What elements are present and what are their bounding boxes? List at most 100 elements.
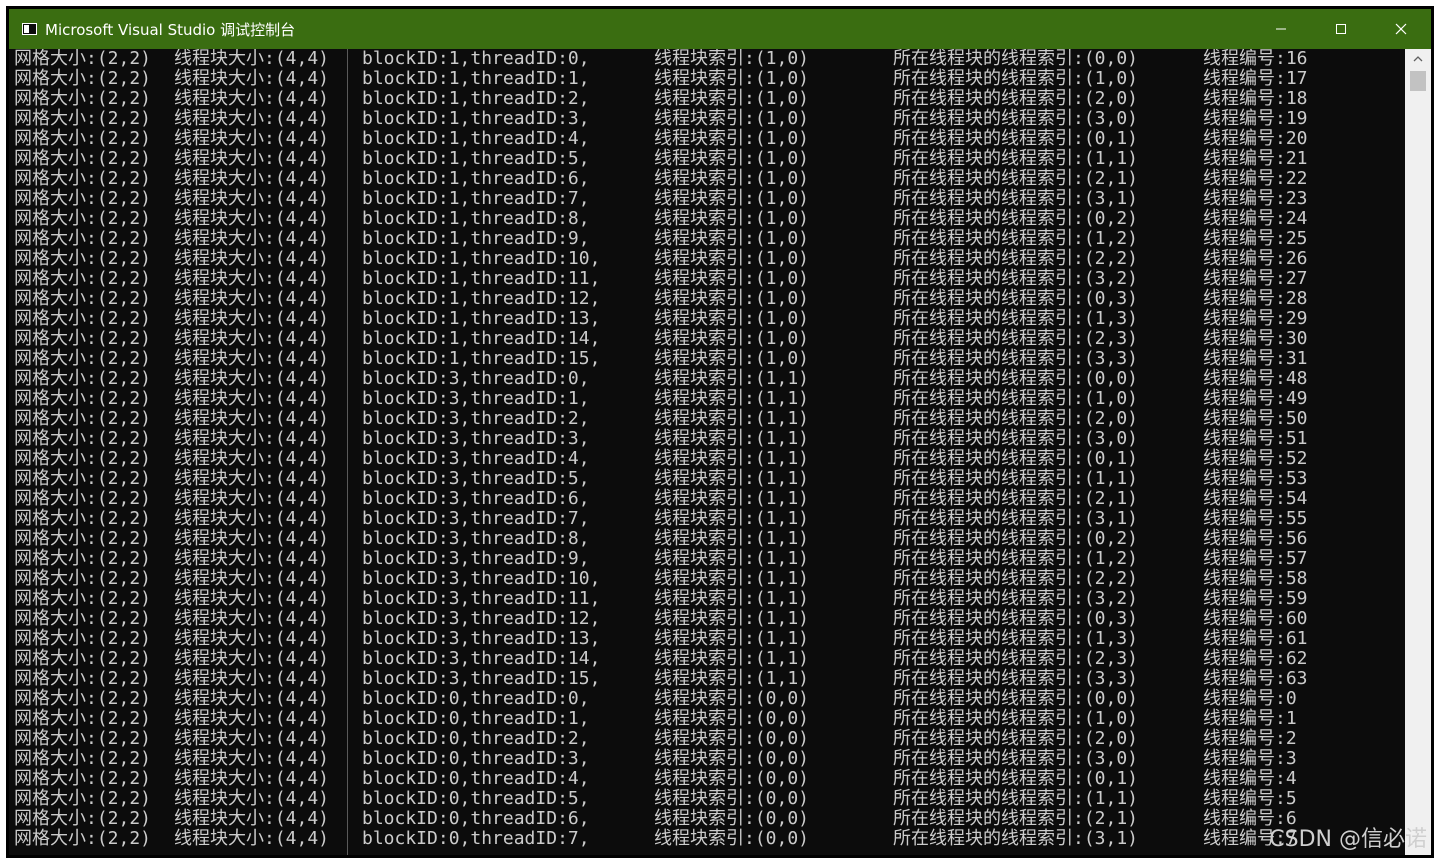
block-index: 线程块索引:(1,0) — [654, 88, 810, 109]
block-index: 线程块索引:(1,0) — [654, 68, 810, 89]
block-size: 线程块大小:(4,4) — [174, 588, 330, 609]
thread-index-in-block: 所在线程块的线程索引:(0,1) — [893, 768, 1139, 789]
thread-index-in-block: 所在线程块的线程索引:(3,0) — [893, 108, 1139, 129]
thread-index-in-block: 所在线程块的线程索引:(3,0) — [893, 428, 1139, 449]
thread-number: 线程编号:54 — [1203, 488, 1308, 509]
thread-number: 线程编号:29 — [1203, 308, 1308, 329]
maximize-button[interactable] — [1311, 9, 1371, 49]
block-size: 线程块大小:(4,4) — [174, 548, 330, 569]
block-thread-id: blockID:1,threadID:15, — [362, 348, 601, 369]
console-line: 网格大小:(2,2) 线程块大小:(4,4) blockID:3,threadID:… — [9, 489, 1405, 509]
block-size: 线程块大小:(4,4) — [174, 748, 330, 769]
block-index: 线程块索引:(1,1) — [654, 488, 810, 509]
block-index: 线程块索引:(1,1) — [654, 608, 810, 629]
block-thread-id: blockID:1,threadID:1, — [362, 68, 590, 89]
block-size: 线程块大小:(4,4) — [174, 568, 330, 589]
thread-number: 线程编号:51 — [1203, 428, 1308, 449]
console-line: 网格大小:(2,2) 线程块大小:(4,4) blockID:3,threadID:… — [9, 669, 1405, 689]
grid-size: 网格大小:(2,2) — [14, 49, 152, 69]
thread-number: 线程编号:24 — [1203, 208, 1308, 229]
block-thread-id: blockID:0,threadID:5, — [362, 788, 590, 809]
thread-index-in-block: 所在线程块的线程索引:(2,1) — [893, 488, 1139, 509]
grid-size: 网格大小:(2,2) — [14, 128, 152, 149]
grid-size: 网格大小:(2,2) — [14, 748, 152, 769]
scroll-thumb[interactable] — [1410, 71, 1426, 91]
block-index: 线程块索引:(0,0) — [654, 788, 810, 809]
grid-size: 网格大小:(2,2) — [14, 828, 152, 849]
block-index: 线程块索引:(1,0) — [654, 208, 810, 229]
block-index: 线程块索引:(1,0) — [654, 308, 810, 329]
grid-size: 网格大小:(2,2) — [14, 588, 152, 609]
thread-index-in-block: 所在线程块的线程索引:(2,3) — [893, 648, 1139, 669]
console-line: 网格大小:(2,2) 线程块大小:(4,4) blockID:1,threadID:… — [9, 169, 1405, 189]
block-size: 线程块大小:(4,4) — [174, 288, 330, 309]
thread-index-in-block: 所在线程块的线程索引:(1,0) — [893, 68, 1139, 89]
block-size: 线程块大小:(4,4) — [174, 428, 330, 449]
title-bar[interactable]: Microsoft Visual Studio 调试控制台 — [9, 9, 1431, 49]
block-size: 线程块大小:(4,4) — [174, 688, 330, 709]
thread-index-in-block: 所在线程块的线程索引:(2,3) — [893, 328, 1139, 349]
thread-number: 线程编号:50 — [1203, 408, 1308, 429]
console-line: 网格大小:(2,2) 线程块大小:(4,4) blockID:3,threadID:… — [9, 569, 1405, 589]
thread-index-in-block: 所在线程块的线程索引:(1,1) — [893, 788, 1139, 809]
block-index: 线程块索引:(1,0) — [654, 228, 810, 249]
console-line: 网格大小:(2,2) 线程块大小:(4,4) blockID:3,threadID:… — [9, 609, 1405, 629]
thread-index-in-block: 所在线程块的线程索引:(1,0) — [893, 708, 1139, 729]
grid-size: 网格大小:(2,2) — [14, 708, 152, 729]
thread-index-in-block: 所在线程块的线程索引:(3,1) — [893, 828, 1139, 849]
console-line: 网格大小:(2,2) 线程块大小:(4,4) blockID:3,threadID:… — [9, 629, 1405, 649]
thread-index-in-block: 所在线程块的线程索引:(1,3) — [893, 628, 1139, 649]
block-size: 线程块大小:(4,4) — [174, 388, 330, 409]
block-size: 线程块大小:(4,4) — [174, 108, 330, 129]
block-thread-id: blockID:3,threadID:8, — [362, 528, 590, 549]
block-size: 线程块大小:(4,4) — [174, 828, 330, 849]
window-controls — [1251, 9, 1431, 49]
scroll-up-button[interactable] — [1405, 49, 1431, 69]
block-size: 线程块大小:(4,4) — [174, 348, 330, 369]
block-thread-id: blockID:1,threadID:5, — [362, 148, 590, 169]
console-line: 网格大小:(2,2) 线程块大小:(4,4) blockID:1,threadID:… — [9, 249, 1405, 269]
block-thread-id: blockID:1,threadID:4, — [362, 128, 590, 149]
grid-size: 网格大小:(2,2) — [14, 668, 152, 689]
console-line: 网格大小:(2,2) 线程块大小:(4,4) blockID:1,threadID:… — [9, 49, 1405, 69]
grid-size: 网格大小:(2,2) — [14, 608, 152, 629]
thread-index-in-block: 所在线程块的线程索引:(0,0) — [893, 49, 1139, 69]
block-thread-id: blockID:3,threadID:12, — [362, 608, 601, 629]
grid-size: 网格大小:(2,2) — [14, 448, 152, 469]
thread-index-in-block: 所在线程块的线程索引:(2,0) — [893, 88, 1139, 109]
vertical-scrollbar[interactable] — [1405, 49, 1431, 855]
thread-index-in-block: 所在线程块的线程索引:(1,2) — [893, 548, 1139, 569]
console-output[interactable]: 网格大小:(2,2) 线程块大小:(4,4) blockID:1,threadID:… — [9, 49, 1405, 855]
thread-number: 线程编号:20 — [1203, 128, 1308, 149]
thread-number: 线程编号:21 — [1203, 148, 1308, 169]
grid-size: 网格大小:(2,2) — [14, 428, 152, 449]
thread-index-in-block: 所在线程块的线程索引:(3,3) — [893, 668, 1139, 689]
thread-index-in-block: 所在线程块的线程索引:(1,0) — [893, 388, 1139, 409]
thread-number: 线程编号:58 — [1203, 568, 1308, 589]
console-line: 网格大小:(2,2) 线程块大小:(4,4) blockID:0,threadID:… — [9, 749, 1405, 769]
block-index: 线程块索引:(1,1) — [654, 428, 810, 449]
thread-number: 线程编号:63 — [1203, 668, 1308, 689]
block-size: 线程块大小:(4,4) — [174, 608, 330, 629]
grid-size: 网格大小:(2,2) — [14, 188, 152, 209]
thread-index-in-block: 所在线程块的线程索引:(1,3) — [893, 308, 1139, 329]
minimize-button[interactable] — [1251, 9, 1311, 49]
thread-number: 线程编号:4 — [1203, 768, 1297, 789]
block-index: 线程块索引:(1,0) — [654, 348, 810, 369]
block-index: 线程块索引:(1,0) — [654, 108, 810, 129]
console-line: 网格大小:(2,2) 线程块大小:(4,4) blockID:1,threadID:… — [9, 289, 1405, 309]
console-line: 网格大小:(2,2) 线程块大小:(4,4) blockID:3,threadID:… — [9, 389, 1405, 409]
grid-size: 网格大小:(2,2) — [14, 468, 152, 489]
block-index: 线程块索引:(0,0) — [654, 708, 810, 729]
thread-index-in-block: 所在线程块的线程索引:(3,1) — [893, 188, 1139, 209]
block-index: 线程块索引:(1,1) — [654, 508, 810, 529]
console-line: 网格大小:(2,2) 线程块大小:(4,4) blockID:1,threadID:… — [9, 189, 1405, 209]
block-thread-id: blockID:1,threadID:0, — [362, 49, 590, 69]
console-line: 网格大小:(2,2) 线程块大小:(4,4) blockID:1,threadID:… — [9, 69, 1405, 89]
console-line: 网格大小:(2,2) 线程块大小:(4,4) blockID:0,threadID:… — [9, 829, 1405, 849]
grid-size: 网格大小:(2,2) — [14, 488, 152, 509]
close-button[interactable] — [1371, 9, 1431, 49]
block-size: 线程块大小:(4,4) — [174, 268, 330, 289]
block-index: 线程块索引:(1,0) — [654, 328, 810, 349]
thread-number: 线程编号:62 — [1203, 648, 1308, 669]
